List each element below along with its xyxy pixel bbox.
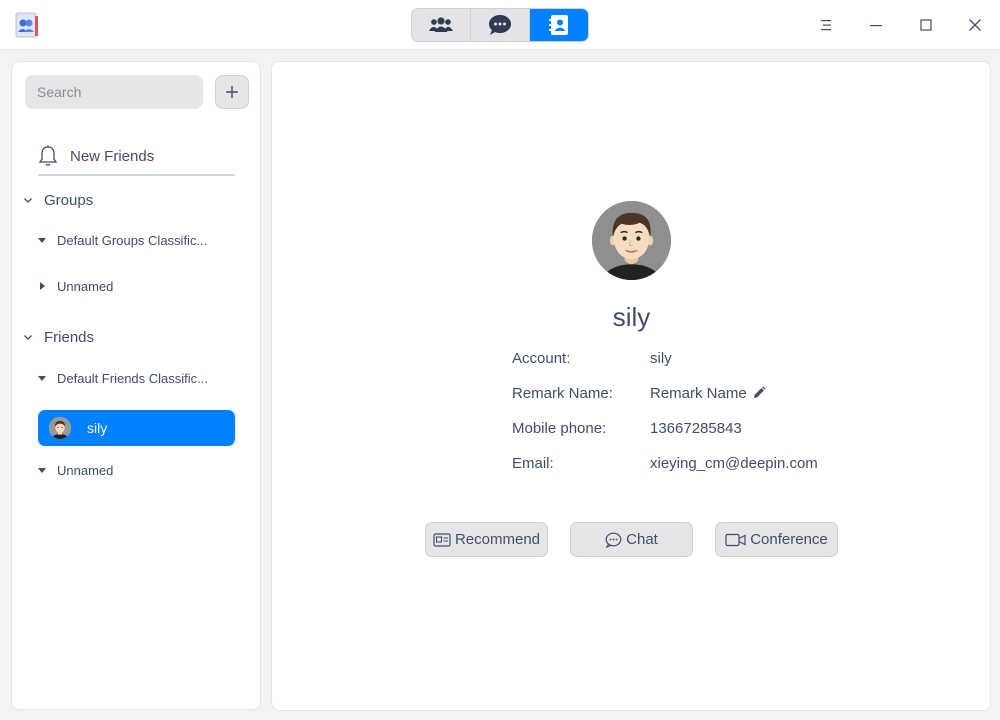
conference-label: Conference [750, 531, 828, 548]
profile-avatar [592, 201, 671, 280]
friends-section-header[interactable]: Friends [22, 325, 94, 349]
tab-groups[interactable] [412, 9, 471, 41]
group-category-label: Default Groups Classific... [57, 232, 208, 248]
friend-item-sily[interactable]: sily [38, 410, 235, 446]
app-logo-icon [15, 12, 38, 38]
groups-label: Groups [44, 191, 94, 209]
maximize-button[interactable] [913, 12, 939, 38]
title-bar [0, 0, 1000, 50]
minimize-button[interactable] [863, 12, 889, 38]
group-category-unnamed[interactable]: Unnamed [37, 275, 113, 297]
chat-label: Chat [626, 531, 658, 548]
group-icon [429, 17, 453, 32]
view-switcher [411, 8, 589, 42]
new-friends-item[interactable]: New Friends [38, 138, 235, 176]
search-input[interactable] [25, 75, 203, 109]
remark-name-value: Remark Name [650, 385, 747, 402]
conference-button[interactable]: Conference [715, 522, 838, 557]
remark-name-label: Remark Name: [512, 385, 613, 402]
avatar [49, 417, 71, 439]
add-contact-button[interactable] [215, 75, 249, 109]
tab-contacts[interactable] [530, 9, 588, 41]
bell-icon [38, 145, 58, 166]
caret-down-icon [38, 468, 46, 473]
friend-category-label: Default Friends Classific... [57, 370, 208, 386]
pencil-icon[interactable] [752, 386, 766, 400]
contacts-sidebar: New Friends Groups Default Groups Classi… [11, 61, 261, 710]
account-value: sily [650, 350, 672, 367]
profile-panel: sily Account: sily Remark Name: Remark N… [271, 61, 991, 711]
chat-bubble-icon [605, 532, 622, 548]
friends-label: Friends [44, 328, 95, 346]
profile-name: sily [612, 302, 651, 332]
chat-button[interactable]: Chat [570, 522, 693, 557]
recommend-label: Recommend [454, 531, 541, 548]
tab-chats[interactable] [471, 9, 530, 41]
maximize-icon [920, 19, 932, 31]
close-button[interactable] [962, 12, 988, 38]
minimize-icon [870, 25, 882, 27]
close-icon [969, 19, 981, 31]
mobile-phone-value: 13667285843 [650, 420, 742, 437]
mobile-phone-label: Mobile phone: [512, 420, 607, 437]
email-label: Email: [512, 455, 554, 472]
chat-bubble-icon [489, 15, 511, 35]
group-category-label: Unnamed [57, 278, 114, 294]
business-card-icon [433, 532, 451, 547]
friend-name: sily [87, 420, 108, 436]
group-category-default[interactable]: Default Groups Classific... [37, 229, 207, 251]
menu-icon [821, 20, 831, 31]
caret-down-icon [38, 238, 46, 243]
new-friends-label: New Friends [70, 147, 155, 165]
friend-category-unnamed[interactable]: Unnamed [37, 459, 113, 481]
caret-down-icon [38, 376, 46, 381]
chevron-down-icon [24, 335, 32, 340]
email-value: xieying_cm@deepin.com [650, 455, 818, 472]
video-camera-icon [725, 533, 746, 546]
main-menu-button[interactable] [813, 12, 839, 38]
friend-category-default[interactable]: Default Friends Classific... [37, 367, 208, 389]
recommend-button[interactable]: Recommend [425, 522, 548, 557]
plus-icon [226, 86, 238, 98]
chevron-down-icon [24, 198, 32, 203]
contacts-icon [549, 15, 568, 35]
account-label: Account: [512, 350, 571, 367]
caret-right-icon [40, 282, 45, 290]
groups-section-header[interactable]: Groups [22, 188, 93, 212]
friend-category-label: Unnamed [57, 462, 114, 478]
